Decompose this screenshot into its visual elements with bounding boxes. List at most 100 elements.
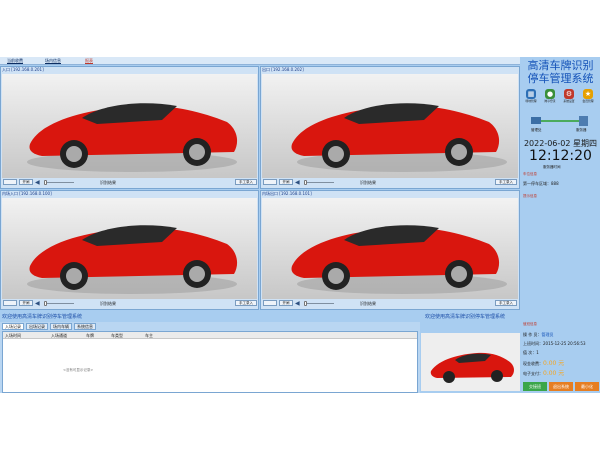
camera-panel-entrance: 入口 [192.168.0.201] 开闸 ◀ 识别结果 手工录入: [0, 66, 259, 189]
open-gate-button[interactable]: 开闸: [279, 179, 293, 185]
recognition-result-label: 识别结果: [360, 301, 376, 306]
camera-controls: 开闸 ◀ 识别结果 手工录入: [262, 179, 518, 187]
tool-system-settings[interactable]: ⚙ 系统设置: [561, 89, 577, 105]
slider-knob[interactable]: [304, 180, 307, 185]
tool-site-management[interactable]: ▦ 场地管理: [523, 89, 539, 105]
camera-open-button[interactable]: [3, 300, 17, 306]
shift-count-label: 值 次：: [523, 350, 537, 355]
slider-knob[interactable]: [304, 301, 307, 306]
camera-view: [2, 198, 257, 299]
recognition-result-label: 识别结果: [100, 301, 116, 306]
operator-value: 管理员: [541, 332, 554, 337]
cash-label: 现金收费：: [523, 361, 543, 366]
status-section-title: 车位信息: [523, 172, 537, 176]
camera-label: 内场入口 [192.168.0.100]: [2, 191, 52, 196]
capture-photo: [421, 333, 520, 391]
tool-member-management[interactable]: ★ 会员管理: [580, 89, 596, 105]
camera-controls: 开闸 ◀ 识别结果 手工录入: [2, 179, 257, 187]
camera-panel-inner-entrance: 内场入口 [192.168.0.100] 开闸 ◀ 识别结果 手工录入: [0, 190, 259, 310]
recognition-result-label: 识别结果: [100, 180, 116, 185]
time-note: 服务器时间: [543, 165, 561, 169]
camera-open-button[interactable]: [263, 300, 277, 306]
tool-label: 岗亭登录: [544, 99, 556, 103]
camera-panel-exit: 出口 [192.168.0.202] 开闸 ◀ 识别结果 手工录入: [260, 66, 520, 189]
volume-slider[interactable]: [44, 301, 74, 306]
car-image: [291, 103, 507, 172]
volume-icon[interactable]: ◀: [35, 300, 41, 307]
side-panel: 高清车牌识别 停车管理系统 ▦ 场地管理 ● 岗亭登录 ⚙ 系统设置 ★ 会员管…: [521, 57, 600, 393]
manual-entry-button[interactable]: 手工录入: [235, 179, 257, 185]
top-tab-bar: 当前收费 场内信息 报表: [0, 57, 520, 65]
tab-reports[interactable]: 报表: [85, 58, 93, 64]
camera-controls: 开闸 ◀ 识别结果 手工录入: [262, 300, 518, 308]
grid-empty-message: <没有可显示记录>: [63, 368, 94, 372]
open-gate-button[interactable]: 开闸: [19, 179, 33, 185]
tab-field-info[interactable]: 场内信息: [45, 58, 61, 64]
volume-slider[interactable]: [304, 180, 334, 185]
slider-knob[interactable]: [44, 301, 47, 306]
camera-open-button[interactable]: [3, 179, 17, 185]
column-plate[interactable]: 车牌: [86, 333, 94, 339]
handover-button[interactable]: 交接班: [523, 382, 547, 391]
volume-icon[interactable]: ◀: [295, 300, 301, 307]
tab-vehicles-in-lot[interactable]: 场内车辆: [50, 323, 72, 330]
tool-booth-login[interactable]: ● 岗亭登录: [542, 89, 558, 105]
manual-entry-button[interactable]: 手工录入: [495, 179, 517, 185]
open-gate-button[interactable]: 开闸: [279, 300, 293, 306]
tab-exit-records[interactable]: 出场记录: [26, 323, 48, 330]
network-link-icon: [531, 116, 588, 126]
recognition-result-label: 识别结果: [360, 180, 376, 185]
system-title-line2: 停车管理系统: [527, 72, 594, 85]
manual-entry-button[interactable]: 手工录入: [235, 300, 257, 306]
login-time-value: 2015-12-25 20:56:53: [543, 341, 586, 346]
camera-view: [2, 74, 257, 178]
duty-section-title: 值班信息: [523, 322, 537, 326]
column-vehicle-type[interactable]: 车类型: [111, 333, 123, 339]
camera-panel-inner-exit: 内场出口 [192.168.0.101] 开闸 ◀ 识别结果 手工录入: [260, 190, 520, 310]
tab-current-charge[interactable]: 当前收费: [7, 58, 23, 64]
net-left-label: 管理处: [531, 128, 542, 132]
parking-app: 当前收费 场内信息 报表 入口 [192.168.0.201] 开闸 ◀ 识别结…: [0, 57, 600, 393]
epay-label: 电子支付：: [523, 371, 543, 376]
welcome-banner-right: 欢迎使用高清车牌识别停车管理系统: [425, 314, 506, 320]
camera-view: [262, 198, 518, 299]
status-line: 第一停车区域：888: [523, 181, 559, 186]
records-grid[interactable]: 入场时间 入场通道 车牌 车类型 车主 <没有可显示记录>: [2, 331, 418, 393]
column-owner[interactable]: 车主: [145, 333, 153, 339]
tool-label: 场地管理: [525, 99, 537, 103]
camera-label: 内场出口 [192.168.0.101]: [262, 191, 312, 196]
tool-label: 系统设置: [563, 99, 575, 103]
minimize-button[interactable]: 最小化: [575, 382, 599, 391]
notice-section-title: 提示信息: [523, 194, 537, 198]
grid-header: 入场时间 入场通道 车牌 车类型 车主: [3, 332, 417, 339]
tab-system-info[interactable]: 系统信息: [74, 323, 96, 330]
system-title-line1: 高清车牌识别: [527, 59, 594, 72]
records-panel: 入场记录 出场记录 场内车辆 系统信息 入场时间 入场通道 车牌 车类型 车主 …: [0, 322, 420, 393]
net-right-label: 服务器: [576, 128, 587, 132]
volume-slider[interactable]: [304, 301, 334, 306]
cash-row: 现金收费：0.00 元: [523, 358, 564, 367]
exit-system-button[interactable]: 退出系统: [549, 382, 573, 391]
car-image: [27, 225, 238, 294]
open-gate-button[interactable]: 开闸: [19, 300, 33, 306]
epay-row: 电子支付：0.00 元: [523, 368, 564, 377]
tab-entry-records[interactable]: 入场记录: [2, 323, 24, 330]
login-time-label: 上班时间：: [523, 341, 543, 346]
slider-knob[interactable]: [44, 180, 47, 185]
manual-entry-button[interactable]: 手工录入: [495, 300, 517, 306]
volume-icon[interactable]: ◀: [295, 179, 301, 186]
column-entry-time[interactable]: 入场时间: [5, 333, 21, 339]
column-entry-lane[interactable]: 入场通道: [51, 333, 67, 339]
volume-slider[interactable]: [44, 180, 74, 185]
camera-controls: 开闸 ◀ 识别结果 手工录入: [2, 300, 257, 308]
volume-icon[interactable]: ◀: [35, 179, 41, 186]
operator-row: 操 作 员：管理员: [523, 332, 554, 338]
toolbar: ▦ 场地管理 ● 岗亭登录 ⚙ 系统设置 ★ 会员管理: [523, 89, 599, 103]
welcome-banner-left: 欢迎使用高清车牌识别停车管理系统: [2, 314, 83, 320]
time-display: 12:12:20: [529, 148, 592, 164]
site-management-icon: ▦: [526, 89, 536, 99]
camera-open-button[interactable]: [263, 179, 277, 185]
network-status: 管理处 服务器: [521, 115, 600, 135]
login-time-row: 上班时间：2015-12-25 20:56:53: [523, 341, 585, 347]
shift-count-row: 值 次：1: [523, 350, 539, 356]
